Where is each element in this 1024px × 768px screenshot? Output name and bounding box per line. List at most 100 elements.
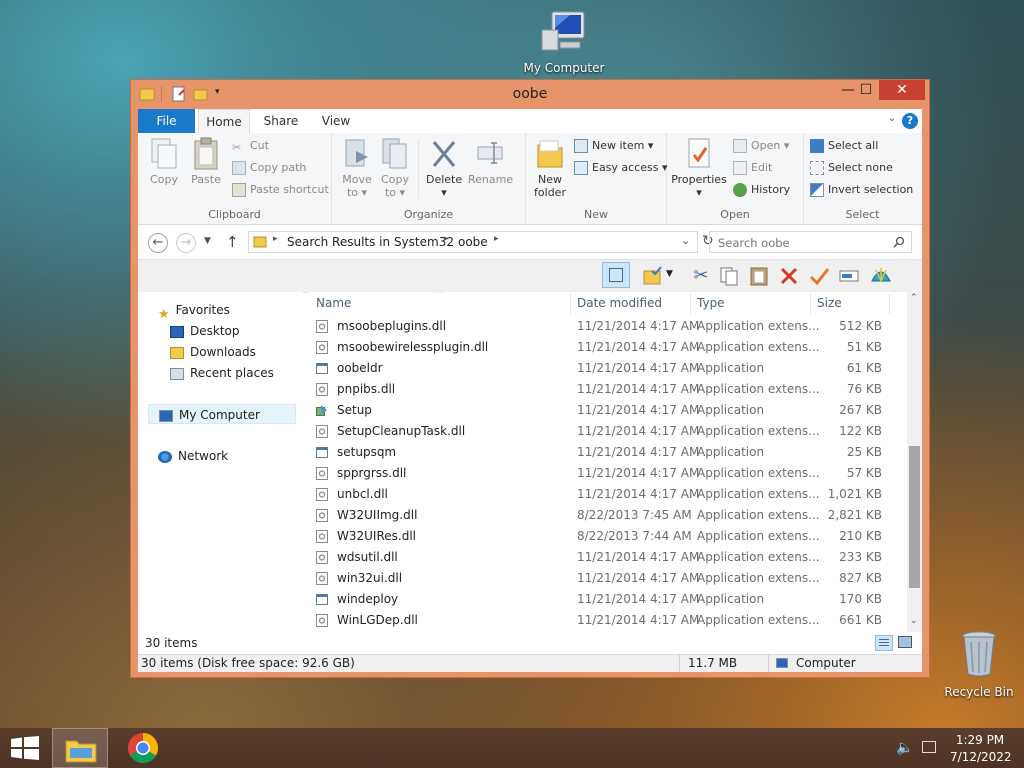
column-header-name[interactable]: Name bbox=[316, 296, 351, 310]
paste-button[interactable]: Paste bbox=[188, 137, 224, 186]
nav-network[interactable]: Network bbox=[158, 446, 228, 466]
file-date: 11/21/2014 4:17 AM bbox=[577, 466, 700, 480]
tab-view[interactable]: View bbox=[312, 109, 360, 133]
new-folder-button[interactable]: New folder bbox=[530, 137, 570, 199]
help-icon[interactable]: ? bbox=[902, 113, 918, 129]
taskbar-chrome[interactable] bbox=[116, 728, 172, 768]
scrollbar-thumb[interactable] bbox=[909, 446, 920, 588]
copy-button[interactable]: Copy bbox=[146, 137, 182, 186]
vertical-scrollbar[interactable]: ⌃ ⌄ bbox=[907, 292, 922, 632]
paste-icon[interactable] bbox=[748, 265, 770, 287]
file-date: 11/21/2014 4:17 AM bbox=[577, 382, 700, 396]
file-row[interactable]: unbcl.dll 11/21/2014 4:17 AM Application e… bbox=[308, 484, 908, 505]
new-item-button[interactable]: New item ▾ bbox=[574, 137, 653, 155]
select-all-button[interactable]: Select all bbox=[810, 137, 878, 155]
history-button[interactable]: History bbox=[733, 181, 790, 199]
desktop-icon-my-computer[interactable]: My Computer bbox=[520, 10, 608, 75]
sort-indicator-icon: ^ bbox=[436, 292, 443, 298]
file-row[interactable]: win32ui.dll 11/21/2014 4:17 AM Application… bbox=[308, 568, 908, 589]
select-none-button[interactable]: Select none bbox=[810, 159, 893, 177]
file-row[interactable]: SetupCleanupTask.dll 11/21/2014 4:17 AM Ap… bbox=[308, 421, 908, 442]
up-button[interactable]: ↑ bbox=[226, 233, 239, 251]
breadcrumb-oobe[interactable]: oobe bbox=[458, 235, 488, 249]
network-icon bbox=[158, 450, 172, 463]
cut-icon[interactable]: ✂ bbox=[690, 265, 712, 287]
paste-shortcut-icon bbox=[232, 183, 246, 197]
column-header-type[interactable]: Type bbox=[697, 296, 725, 310]
paste-shortcut-button[interactable]: Paste shortcut bbox=[232, 181, 329, 199]
search-box[interactable] bbox=[709, 231, 912, 253]
move-to-button[interactable]: Move to ▾ bbox=[340, 137, 374, 199]
nav-recent-places[interactable]: Recent places bbox=[170, 363, 274, 383]
clock-time[interactable]: 1:29 PM bbox=[955, 733, 1005, 747]
address-bar[interactable]: ▸ Search Results in System32 ▸ oobe ▸ ⌄ bbox=[248, 231, 698, 253]
maximize-button[interactable]: ☐ bbox=[849, 80, 883, 100]
file-row[interactable]: pnpibs.dll 11/21/2014 4:17 AM Application … bbox=[308, 379, 908, 400]
file-row[interactable]: Setup 11/21/2014 4:17 AM Application 267 KB bbox=[308, 400, 908, 421]
shell-icon[interactable] bbox=[870, 265, 892, 287]
edit-button[interactable]: Edit bbox=[733, 159, 772, 177]
copy-path-button[interactable]: Copy path bbox=[232, 159, 306, 177]
nav-my-computer[interactable]: My Computer bbox=[148, 404, 296, 424]
delete-button[interactable]: Delete ▾ bbox=[426, 137, 462, 199]
file-row[interactable]: windeploy 11/21/2014 4:17 AM Application 17… bbox=[308, 589, 908, 610]
easy-access-button[interactable]: Easy access ▾ bbox=[574, 159, 668, 177]
forward-button[interactable]: → bbox=[176, 233, 196, 253]
file-row[interactable]: msoobeplugins.dll 11/21/2014 4:17 AM Appli… bbox=[308, 316, 908, 337]
breadcrumb-search-results[interactable]: Search Results in System32 bbox=[287, 235, 454, 249]
volume-muted-icon[interactable]: 🔈 bbox=[896, 740, 913, 756]
file-row[interactable]: setupsqm 11/21/2014 4:17 AM Application 25 … bbox=[308, 442, 908, 463]
file-row[interactable]: WinLGDep.dll 11/21/2014 4:17 AM Applicatio… bbox=[308, 610, 908, 631]
desktop-icon-recycle-bin[interactable]: Recycle Bin bbox=[944, 630, 1014, 699]
tab-home[interactable]: Home bbox=[198, 109, 250, 133]
recent-locations-dropdown[interactable]: ▼ bbox=[204, 236, 211, 246]
nav-desktop[interactable]: Desktop bbox=[170, 321, 240, 341]
scroll-up-arrow-icon[interactable]: ⌃ bbox=[910, 293, 918, 303]
delete-icon[interactable] bbox=[778, 265, 800, 287]
downloads-icon bbox=[170, 346, 184, 359]
file-row[interactable]: W32UIImg.dll 8/22/2013 7:45 AM Application… bbox=[308, 505, 908, 526]
column-header-date[interactable]: Date modified bbox=[577, 296, 662, 310]
file-row[interactable]: wdsutil.dll 11/21/2014 4:17 AM Application… bbox=[308, 547, 908, 568]
file-size: 661 KB bbox=[839, 613, 882, 627]
folder-check-icon[interactable] bbox=[642, 265, 664, 287]
column-divider bbox=[690, 294, 691, 314]
open-button[interactable]: Open ▾ bbox=[733, 137, 789, 155]
nav-downloads[interactable]: Downloads bbox=[170, 342, 256, 362]
details-view-icon[interactable] bbox=[875, 635, 893, 651]
column-headers: ^ Name Date modified Type Size bbox=[308, 292, 908, 316]
column-header-size[interactable]: Size bbox=[817, 296, 842, 310]
rename-icon[interactable] bbox=[838, 265, 860, 287]
rename-button[interactable]: Rename bbox=[468, 137, 513, 186]
scroll-down-arrow-icon[interactable]: ⌄ bbox=[910, 616, 918, 626]
clock-date[interactable]: 7/12/2022 bbox=[950, 750, 1012, 764]
history-label: History bbox=[751, 183, 791, 196]
copy-to-button[interactable]: Copy to ▾ bbox=[378, 137, 412, 199]
file-row[interactable]: oobeldr 11/21/2014 4:17 AM Application 61 K… bbox=[308, 358, 908, 379]
network-tray-icon[interactable] bbox=[922, 741, 936, 753]
preview-pane-icon[interactable] bbox=[602, 262, 630, 288]
invert-selection-button[interactable]: Invert selection bbox=[810, 181, 913, 199]
properties-button[interactable]: Properties ▾ bbox=[671, 137, 727, 199]
taskbar-file-explorer[interactable] bbox=[52, 728, 108, 768]
select-none-icon bbox=[810, 161, 824, 175]
file-row[interactable]: msoobewirelessplugin.dll 11/21/2014 4:17 … bbox=[308, 337, 908, 358]
file-row[interactable]: W32UIRes.dll 8/22/2013 7:44 AM Application… bbox=[308, 526, 908, 547]
close-button[interactable]: ✕ bbox=[879, 80, 925, 100]
back-button[interactable]: ← bbox=[148, 233, 168, 253]
chevron-down-icon[interactable]: ⌄ bbox=[681, 234, 690, 247]
search-icon[interactable] bbox=[893, 236, 905, 248]
cut-button[interactable]: ✂ Cut bbox=[232, 137, 269, 155]
title-bar[interactable]: ▾ oobe — ☐ ✕ bbox=[131, 80, 929, 108]
copy-icon[interactable] bbox=[718, 265, 740, 287]
large-icons-view-icon[interactable] bbox=[898, 636, 912, 648]
tab-share[interactable]: Share bbox=[256, 109, 306, 133]
file-row[interactable]: spprgrss.dll 11/21/2014 4:17 AM Applicatio… bbox=[308, 463, 908, 484]
tab-file[interactable]: File bbox=[138, 109, 195, 133]
nav-favorites[interactable]: ★ Favorites bbox=[158, 300, 230, 322]
checkmark-icon[interactable] bbox=[808, 265, 830, 287]
chevron-down-icon[interactable]: ⌄ bbox=[888, 113, 896, 124]
start-button[interactable] bbox=[0, 728, 56, 768]
search-input[interactable] bbox=[716, 234, 890, 252]
chevron-down-icon[interactable]: ▼ bbox=[666, 269, 673, 279]
